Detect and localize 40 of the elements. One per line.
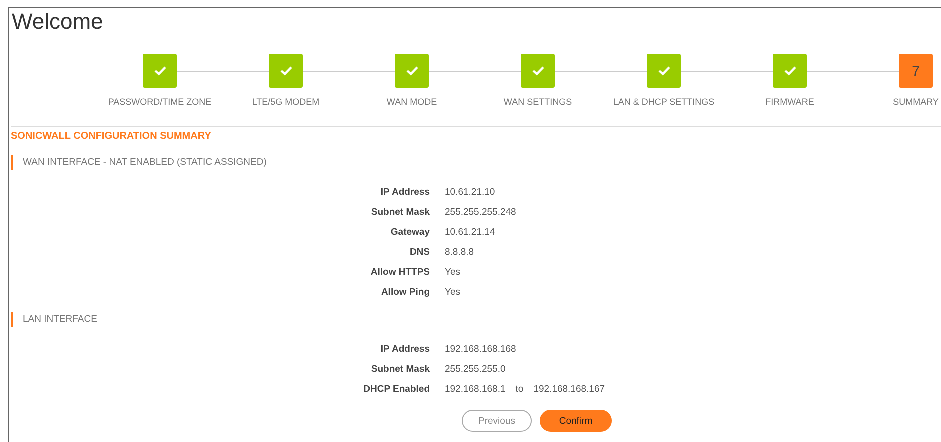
field-value: 10.61.21.10: [445, 187, 496, 199]
step-label: WAN SETTINGS: [504, 97, 572, 107]
field-value: Yes: [445, 287, 462, 299]
field-value: 10.61.21.14: [445, 227, 496, 239]
field-value: 8.8.8.8: [445, 247, 476, 259]
step-label: LAN & DHCP SETTINGS: [613, 97, 715, 107]
previous-button[interactable]: Previous: [462, 410, 532, 432]
current-step-marker: 7: [899, 54, 933, 88]
step-label: PASSWORD/TIME ZONE: [108, 97, 212, 107]
checkmark-icon: [658, 66, 670, 76]
step-label: WAN MODE: [386, 97, 438, 107]
field-label: Gateway: [390, 227, 430, 239]
field-label: IP Address: [380, 187, 430, 199]
checkmark-icon: [784, 66, 796, 76]
field-label: IP Address: [380, 344, 430, 356]
confirm-button[interactable]: Confirm: [540, 410, 612, 432]
field-label: Allow HTTPS: [370, 267, 430, 279]
checkmark-icon: [406, 66, 418, 76]
checkmark-icon: [532, 66, 544, 76]
step-label: FIRMWARE: [766, 97, 814, 107]
step-label: LTE/5G MODEM: [252, 97, 320, 107]
summary-heading: SONICWALL CONFIGURATION SUMMARY: [11, 131, 212, 142]
field-value: 255.255.255.248: [445, 207, 518, 219]
field-value: Yes: [445, 267, 462, 279]
field-value: 192.168.168.1: [445, 384, 506, 396]
field-label: Allow Ping: [380, 287, 430, 299]
field-label: Subnet Mask: [370, 364, 430, 376]
section-title: LAN INTERFACE: [11, 312, 941, 327]
field-value: 192.168.168.167: [534, 384, 606, 396]
field-label: DHCP Enabled: [362, 384, 430, 396]
field-value: 192.168.168.168: [445, 344, 518, 356]
field-value: 255.255.255.0: [445, 364, 507, 376]
checkmark-icon: [154, 66, 166, 76]
range-separator: to: [516, 384, 524, 396]
checkmark-icon: [280, 66, 292, 76]
step-label: SUMMARY: [893, 97, 939, 107]
section-title: WAN INTERFACE - NAT ENABLED (STATIC ASSIGNED): [11, 155, 941, 170]
field-label: Subnet Mask: [370, 207, 430, 219]
page-title: Welcome: [11, 8, 104, 36]
field-label: DNS: [408, 247, 430, 259]
